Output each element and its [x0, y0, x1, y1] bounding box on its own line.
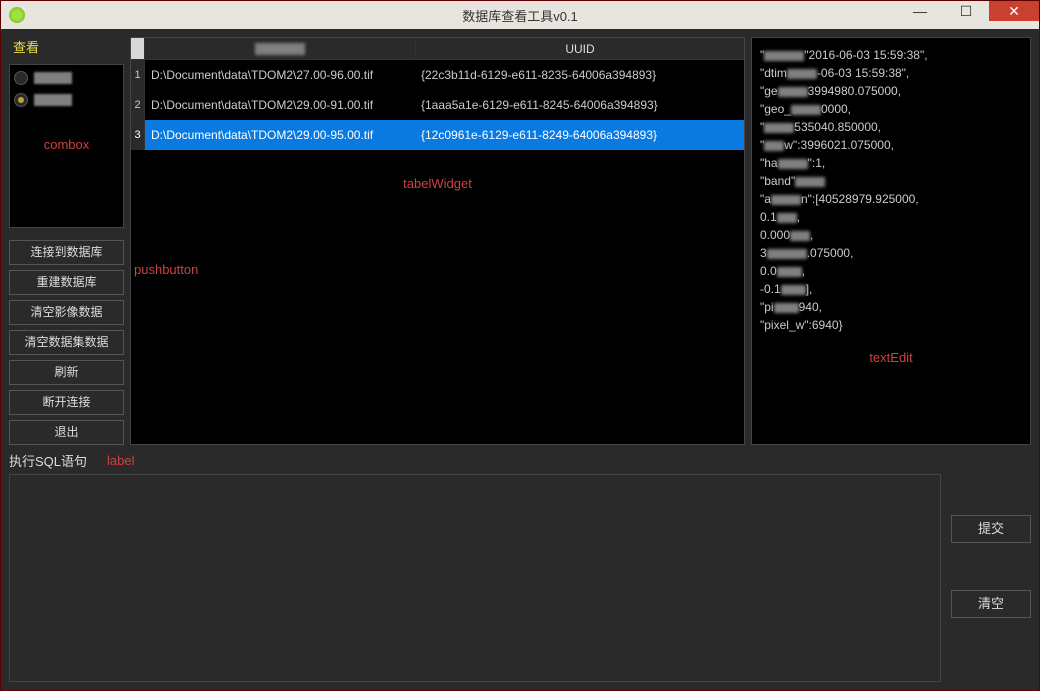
detail-line: 0.0, — [760, 262, 1022, 280]
detail-line: ""2016-06-03 15:59:38", — [760, 46, 1022, 64]
action-button-0[interactable]: 连接到数据库 — [9, 240, 124, 265]
maximize-button[interactable]: ☐ — [943, 1, 989, 21]
view-radio-group: combox — [9, 64, 124, 228]
app-icon — [9, 7, 25, 23]
detail-line: 0.000, — [760, 226, 1022, 244]
action-button-3[interactable]: 清空数据集数据 — [9, 330, 124, 355]
row-number: 3 — [131, 120, 145, 150]
row-path: D:\Document\data\TDOM2\27.00-96.00.tif — [145, 68, 415, 82]
row-uuid: {1aaa5a1e-6129-e611-8245-64006a394893} — [415, 98, 744, 112]
detail-line: 0.1, — [760, 208, 1022, 226]
row-uuid: {22c3b11d-6129-e611-8235-64006a394893} — [415, 68, 744, 82]
table-row[interactable]: 3D:\Document\data\TDOM2\29.00-95.00.tif{… — [131, 120, 744, 150]
table-widget[interactable]: UUID 1D:\Document\data\TDOM2\27.00-96.00… — [130, 37, 745, 445]
detail-line: "dtim-06-03 15:59:38", — [760, 64, 1022, 82]
action-button-1[interactable]: 重建数据库 — [9, 270, 124, 295]
detail-line: -0.1], — [760, 280, 1022, 298]
action-button-5[interactable]: 断开连接 — [9, 390, 124, 415]
table-header-uuid[interactable]: UUID — [415, 38, 744, 59]
combox-annotation: combox — [14, 137, 119, 152]
table-row[interactable]: 1D:\Document\data\TDOM2\27.00-96.00.tif{… — [131, 60, 744, 90]
minimize-button[interactable]: — — [897, 1, 943, 21]
table-corner — [131, 38, 145, 59]
row-path: D:\Document\data\TDOM2\29.00-91.00.tif — [145, 98, 415, 112]
radio-icon — [14, 71, 28, 85]
window-title: 数据库查看工具v0.1 — [462, 6, 578, 25]
detail-line: "geo_0000, — [760, 100, 1022, 118]
submit-button[interactable]: 提交 — [951, 515, 1031, 543]
row-path: D:\Document\data\TDOM2\29.00-95.00.tif — [145, 128, 415, 142]
pushbutton-annotation: pushbutton — [134, 262, 198, 277]
radio-option-2[interactable] — [14, 93, 119, 107]
action-button-6[interactable]: 退出 — [9, 420, 124, 445]
detail-textedit[interactable]: ""2016-06-03 15:59:38","dtim-06-03 15:59… — [751, 37, 1031, 445]
detail-line: "band" — [760, 172, 1022, 190]
detail-line: 3.075000, — [760, 244, 1022, 262]
row-number: 2 — [131, 90, 145, 120]
label-annotation: label — [107, 453, 134, 468]
action-button-4[interactable]: 刷新 — [9, 360, 124, 385]
radio-icon — [14, 93, 28, 107]
detail-line: "ge3994980.075000, — [760, 82, 1022, 100]
action-button-2[interactable]: 清空影像数据 — [9, 300, 124, 325]
radio-label-blurred — [34, 94, 72, 106]
radio-option-1[interactable] — [14, 71, 119, 85]
sql-textarea[interactable] — [9, 474, 941, 682]
close-button[interactable]: ✕ — [989, 1, 1039, 21]
detail-line: "pixel_w":6940} — [760, 316, 1022, 334]
detail-line: "535040.850000, — [760, 118, 1022, 136]
view-label: 查看 — [9, 37, 124, 56]
titlebar[interactable]: 数据库查看工具v0.1 — ☐ ✕ — [1, 1, 1039, 29]
radio-label-blurred — [34, 72, 72, 84]
detail-line: "an":[40528979.925000, — [760, 190, 1022, 208]
textedit-annotation: textEdit — [869, 348, 912, 368]
sql-label: 执行SQL语句 — [9, 451, 87, 470]
detail-line: "ha":1, — [760, 154, 1022, 172]
row-number: 1 — [131, 60, 145, 90]
tablewidget-annotation: tabelWidget — [403, 176, 472, 191]
clear-button[interactable]: 清空 — [951, 590, 1031, 618]
detail-line: "pi940, — [760, 298, 1022, 316]
detail-line: "w":3996021.075000, — [760, 136, 1022, 154]
table-header-col1[interactable] — [145, 38, 415, 59]
row-uuid: {12c0961e-6129-e611-8249-64006a394893} — [415, 128, 744, 142]
table-row[interactable]: 2D:\Document\data\TDOM2\29.00-91.00.tif{… — [131, 90, 744, 120]
